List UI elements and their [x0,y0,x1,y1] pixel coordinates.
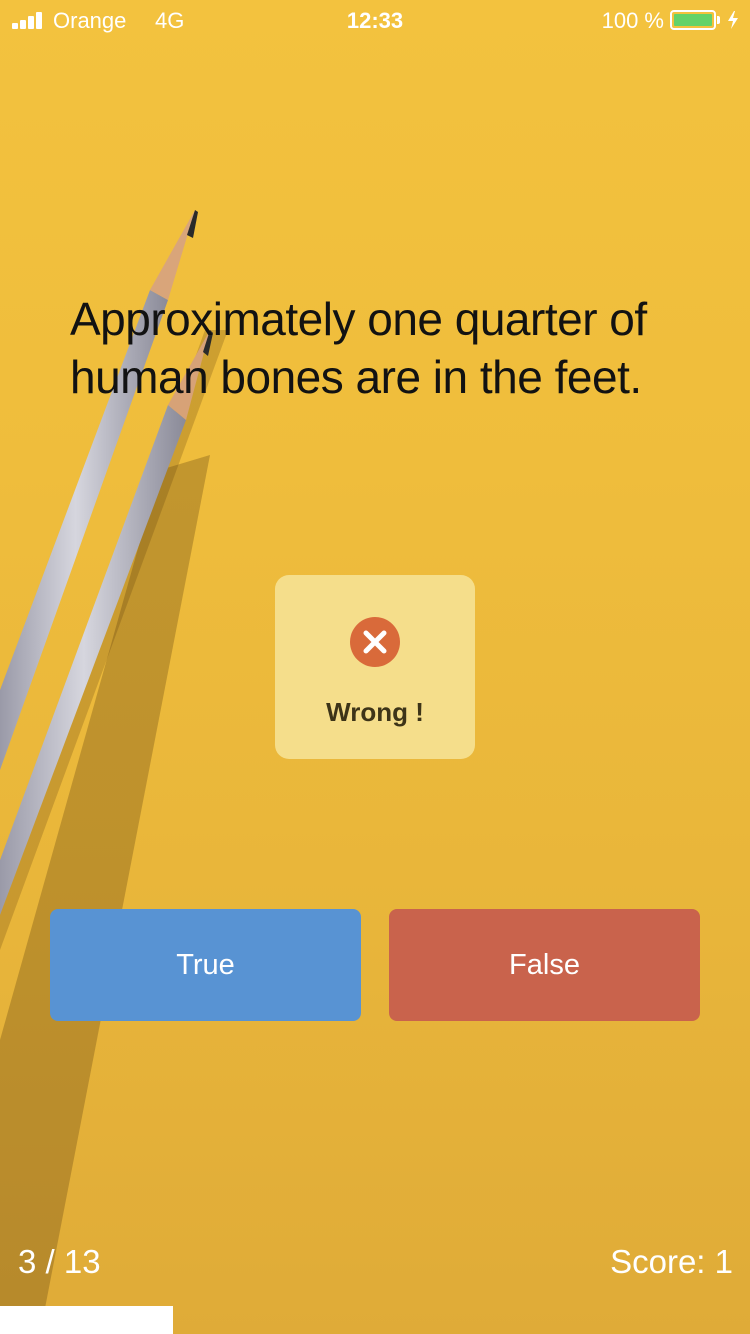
true-button[interactable]: True [50,909,361,1021]
charging-bolt-icon [728,11,738,29]
status-bar: Orange 4G 12:33 100 % [0,0,750,40]
question-progress-label: 3 / 13 [18,1243,101,1280]
close-circle-icon [350,617,400,667]
feedback-label: Wrong ! [326,697,424,727]
answer-feedback-hud: Wrong ! [275,575,475,759]
false-button[interactable]: False [389,909,700,1021]
battery-percentage: 100 % [601,8,664,33]
battery-icon [670,10,716,30]
question-text: Approximately one quarter of human bones… [70,293,647,403]
progress-track [0,1306,750,1334]
progress-bar [0,1306,173,1334]
battery-tip [717,16,720,24]
score-label: Score: 1 [610,1243,733,1280]
quiz-screen: Orange 4G 12:33 100 % Approximately one … [0,0,750,1334]
